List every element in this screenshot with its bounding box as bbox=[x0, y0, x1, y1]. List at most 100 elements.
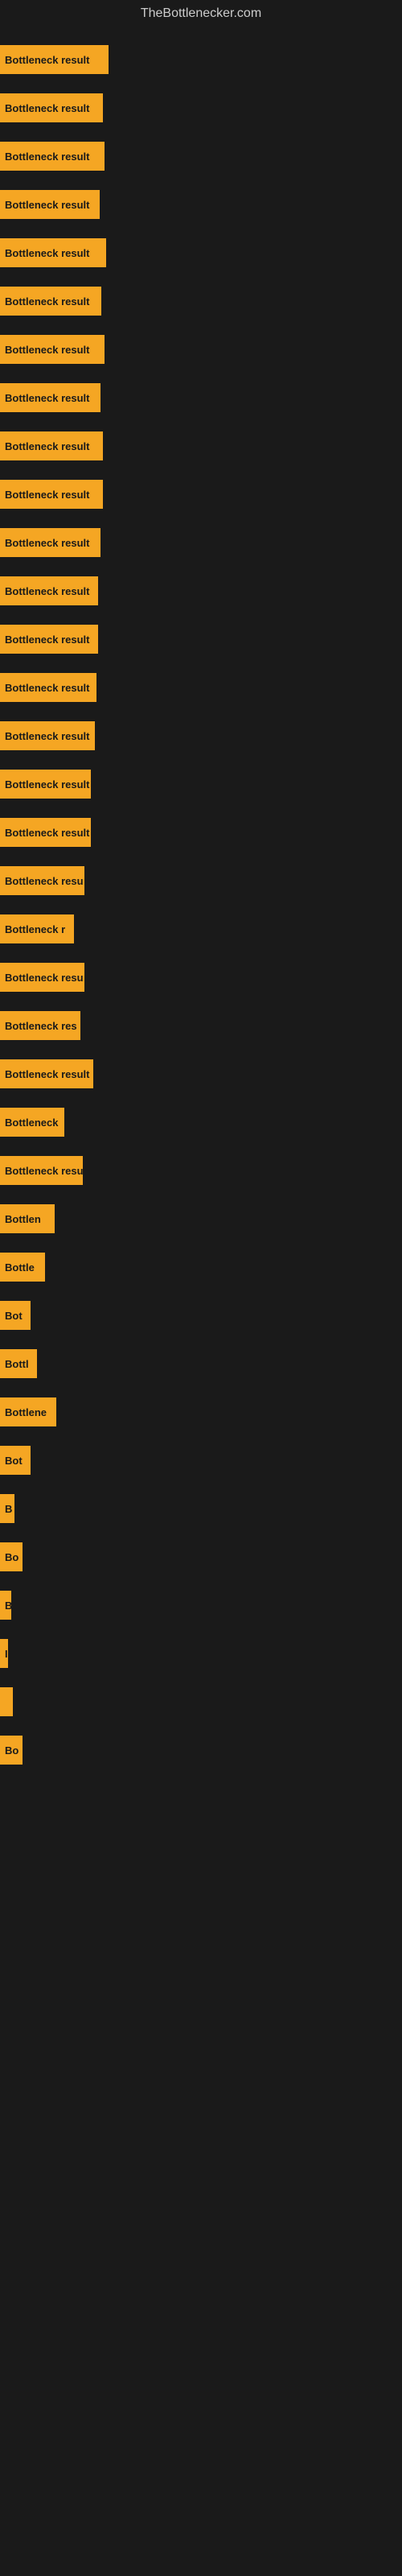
bar-row: Bottleneck result bbox=[0, 180, 402, 229]
bar-label: Bottleneck result bbox=[5, 392, 89, 404]
bottleneck-bar[interactable]: Bottleneck result bbox=[0, 431, 103, 460]
bar-label: Bottleneck result bbox=[5, 730, 89, 742]
bar-row bbox=[0, 1678, 402, 1726]
bottleneck-bar[interactable]: Bottleneck result bbox=[0, 721, 95, 750]
bottleneck-bar[interactable]: Bot bbox=[0, 1446, 31, 1475]
bottleneck-bar[interactable]: Bottleneck resu bbox=[0, 1156, 83, 1185]
bar-label: Bottleneck result bbox=[5, 778, 89, 791]
bottleneck-bar[interactable]: Bottleneck result bbox=[0, 45, 109, 74]
bar-row: Bottleneck res bbox=[0, 1001, 402, 1050]
bar-label: Bottleneck resu bbox=[5, 875, 84, 887]
bottleneck-bar[interactable]: Bottleneck result bbox=[0, 770, 91, 799]
bar-row: Bot bbox=[0, 1291, 402, 1340]
bar-row: Bottleneck r bbox=[0, 905, 402, 953]
bottleneck-bar[interactable]: Bottleneck result bbox=[0, 1059, 93, 1088]
bar-row: Bo bbox=[0, 1533, 402, 1581]
bar-row: Bottleneck result bbox=[0, 712, 402, 760]
bar-row: Bot bbox=[0, 1436, 402, 1484]
bar-label: Bottleneck result bbox=[5, 682, 89, 694]
bar-label: Bottleneck result bbox=[5, 634, 89, 646]
bar-row: B bbox=[0, 1581, 402, 1629]
bars-container: Bottleneck result Bottleneck result Bottle… bbox=[0, 27, 402, 1782]
bottleneck-bar[interactable]: Bottlene bbox=[0, 1397, 56, 1426]
bottleneck-bar[interactable]: B bbox=[0, 1591, 11, 1620]
bar-label: Bottleneck result bbox=[5, 151, 89, 163]
bar-row: I bbox=[0, 1629, 402, 1678]
bottleneck-bar[interactable]: Bottleneck resu bbox=[0, 963, 84, 992]
bottleneck-bar[interactable]: Bottleneck result bbox=[0, 673, 96, 702]
bottleneck-bar[interactable]: Bottleneck r bbox=[0, 914, 74, 943]
bottleneck-bar[interactable]: Bottleneck resu bbox=[0, 866, 84, 895]
bar-row: Bottleneck result bbox=[0, 132, 402, 180]
bar-row: Bottleneck bbox=[0, 1098, 402, 1146]
bar-label: Bo bbox=[5, 1551, 18, 1563]
bottleneck-bar[interactable]: I bbox=[0, 1639, 8, 1668]
bar-label: Bot bbox=[5, 1455, 23, 1467]
bar-label: Bottleneck result bbox=[5, 537, 89, 549]
bottleneck-bar[interactable]: Bottleneck result bbox=[0, 190, 100, 219]
bar-label: Bottleneck result bbox=[5, 102, 89, 114]
bottleneck-bar[interactable]: Bottleneck result bbox=[0, 238, 106, 267]
bar-row: Bottleneck result bbox=[0, 1050, 402, 1098]
bottleneck-bar[interactable]: Bottleneck result bbox=[0, 142, 105, 171]
bar-label: Bottleneck result bbox=[5, 489, 89, 501]
bar-label: Bottleneck result bbox=[5, 247, 89, 259]
bottleneck-bar[interactable]: Bottle bbox=[0, 1253, 45, 1282]
bottleneck-bar[interactable]: Bot bbox=[0, 1301, 31, 1330]
bar-row: B bbox=[0, 1484, 402, 1533]
bottleneck-bar[interactable]: Bo bbox=[0, 1736, 23, 1765]
bar-label: Bottleneck result bbox=[5, 585, 89, 597]
bar-row: Bottleneck result bbox=[0, 615, 402, 663]
bottleneck-bar[interactable]: Bottleneck result bbox=[0, 93, 103, 122]
bar-row: Bottleneck result bbox=[0, 760, 402, 808]
bar-label: B bbox=[5, 1503, 12, 1515]
bar-row: Bo bbox=[0, 1726, 402, 1774]
bar-row: Bottleneck result bbox=[0, 277, 402, 325]
bottleneck-bar[interactable]: Bottleneck result bbox=[0, 818, 91, 847]
bar-label: Bottleneck result bbox=[5, 54, 89, 66]
bottleneck-bar[interactable]: Bottleneck result bbox=[0, 480, 103, 509]
bar-label: Bottleneck res bbox=[5, 1020, 77, 1032]
bar-row: Bottle bbox=[0, 1243, 402, 1291]
bar-label: Bottleneck r bbox=[5, 923, 65, 935]
bar-label: B bbox=[5, 1600, 11, 1612]
bottleneck-bar[interactable]: Bottleneck result bbox=[0, 383, 100, 412]
bottleneck-bar[interactable]: Bottl bbox=[0, 1349, 37, 1378]
bar-label: Bottleneck result bbox=[5, 440, 89, 452]
bottleneck-bar[interactable]: Bottlen bbox=[0, 1204, 55, 1233]
bar-label: Bottlene bbox=[5, 1406, 47, 1418]
bar-row: Bottleneck result bbox=[0, 229, 402, 277]
bar-label: Bottleneck result bbox=[5, 199, 89, 211]
bar-row: Bottleneck result bbox=[0, 84, 402, 132]
bar-row: Bottleneck resu bbox=[0, 953, 402, 1001]
bar-row: Bottleneck result bbox=[0, 567, 402, 615]
bottleneck-bar[interactable]: Bottleneck res bbox=[0, 1011, 80, 1040]
bar-row: Bottleneck result bbox=[0, 35, 402, 84]
bottleneck-bar[interactable]: Bottleneck result bbox=[0, 287, 101, 316]
bar-row: Bottleneck result bbox=[0, 470, 402, 518]
bottleneck-bar[interactable]: Bottleneck result bbox=[0, 625, 98, 654]
bar-row: Bottleneck result bbox=[0, 663, 402, 712]
bar-row: Bottleneck result bbox=[0, 518, 402, 567]
bar-label: Bottlen bbox=[5, 1213, 41, 1225]
bottleneck-bar[interactable]: Bottleneck bbox=[0, 1108, 64, 1137]
bottleneck-bar[interactable]: Bottleneck result bbox=[0, 528, 100, 557]
bar-label: Bo bbox=[5, 1744, 18, 1757]
bar-row: Bottleneck result bbox=[0, 325, 402, 374]
bottleneck-bar[interactable]: Bottleneck result bbox=[0, 335, 105, 364]
bar-label: Bottleneck bbox=[5, 1117, 58, 1129]
site-title: TheBottlenecker.com bbox=[0, 0, 402, 27]
bar-label: Bottl bbox=[5, 1358, 29, 1370]
bottleneck-bar[interactable]: Bo bbox=[0, 1542, 23, 1571]
bar-label: Bottle bbox=[5, 1261, 35, 1274]
bar-label: Bottleneck result bbox=[5, 1068, 89, 1080]
bar-row: Bottlene bbox=[0, 1388, 402, 1436]
bar-row: Bottleneck result bbox=[0, 808, 402, 857]
bar-row: Bottleneck resu bbox=[0, 857, 402, 905]
bar-row: Bottleneck resu bbox=[0, 1146, 402, 1195]
bar-row: Bottleneck result bbox=[0, 374, 402, 422]
bottleneck-bar[interactable]: Bottleneck result bbox=[0, 576, 98, 605]
bottleneck-bar[interactable]: B bbox=[0, 1494, 14, 1523]
bottleneck-bar[interactable] bbox=[0, 1687, 13, 1716]
bar-label: Bottleneck result bbox=[5, 827, 89, 839]
